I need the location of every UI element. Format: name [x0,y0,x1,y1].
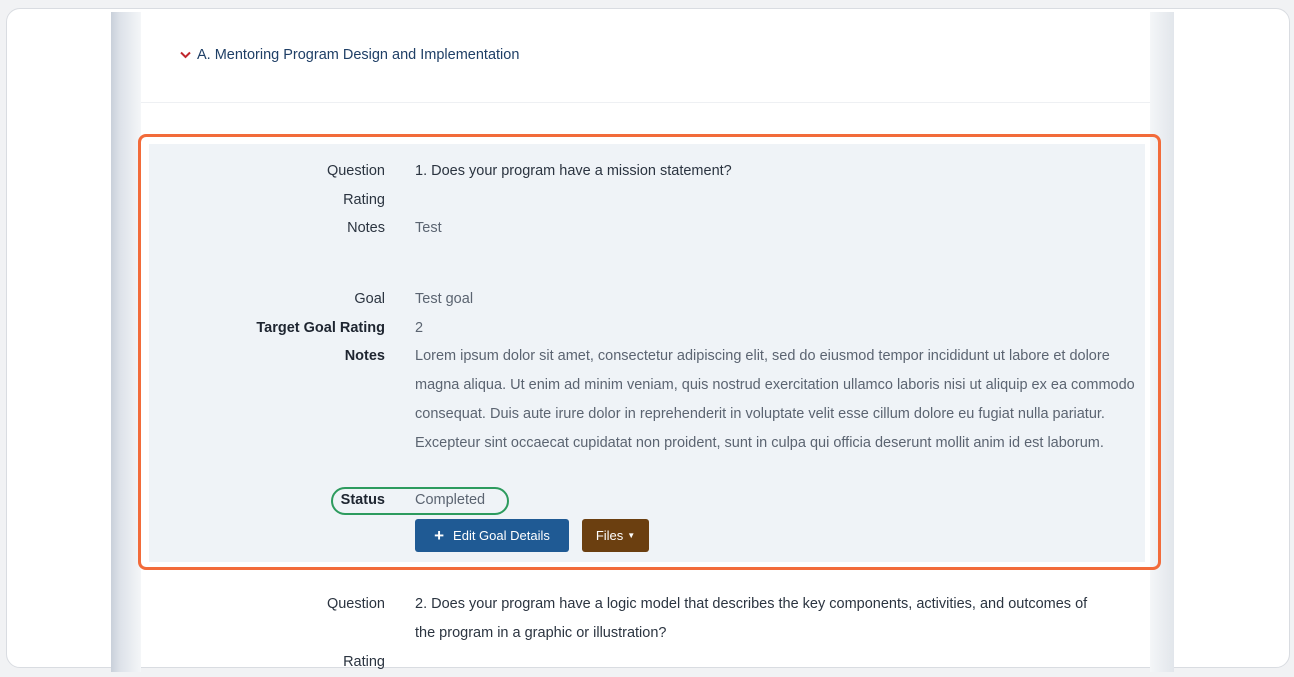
section-header-toggle[interactable]: A. Mentoring Program Design and Implemen… [180,44,519,66]
divider [141,102,1150,103]
rating-2-label: Rating [343,654,385,670]
highlight-annotation-box [138,134,1161,570]
section-title: A. Mentoring Program Design and Implemen… [197,47,520,63]
question-2-label: Question [326,596,385,612]
question-2-text-line1: 2. Does your program have a logic model … [415,596,1088,612]
left-page-edge [111,12,141,672]
chevron-down-icon [180,51,191,59]
question-2-text-line2: the program in a graphic or illustration… [415,625,667,641]
